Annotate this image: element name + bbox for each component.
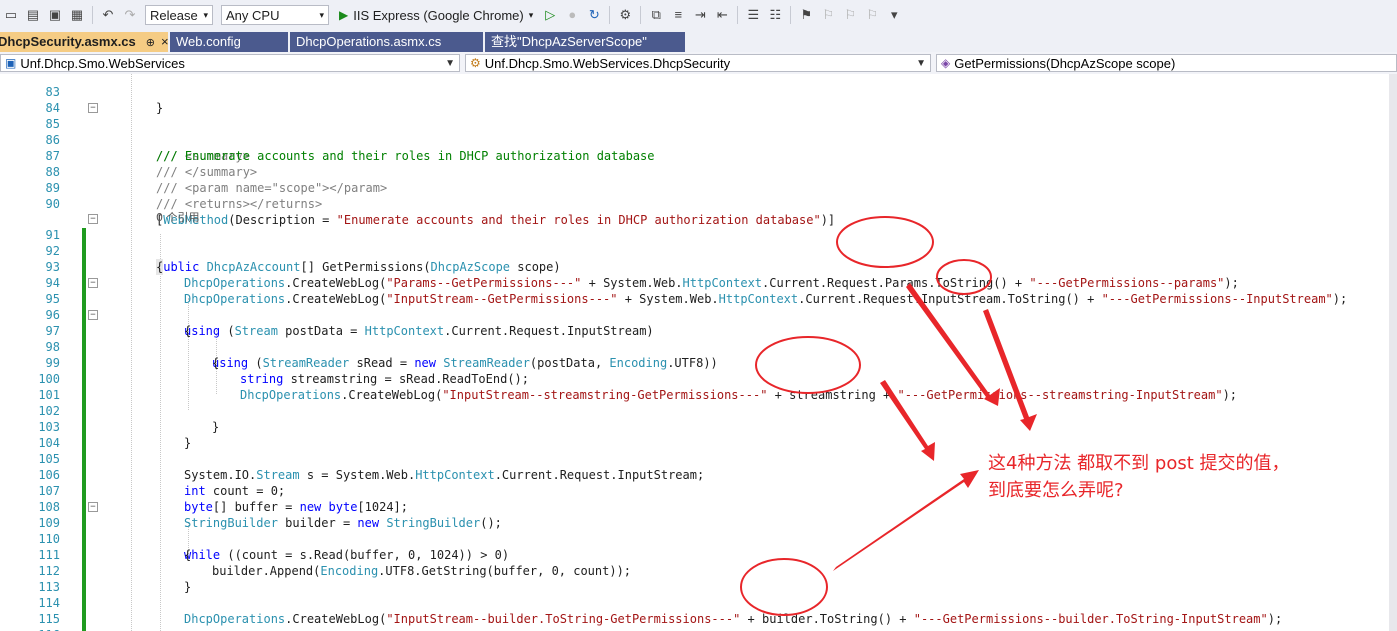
annotation-arrow-4 — [833, 470, 979, 571]
annotation-line-1: 这4种方法 都取不到 post 提交的值， — [988, 453, 1290, 474]
annotation-note: 这4种方法 都取不到 post 提交的值， 到底要怎么弄呢? — [988, 450, 1290, 504]
annotation-circle-streamstring — [755, 336, 861, 394]
annotation-circle-params — [836, 216, 934, 268]
annotation-arrow-1 — [906, 283, 1000, 406]
annotation-circle-builder — [740, 558, 828, 616]
annotation-arrow-3 — [880, 380, 935, 461]
annotation-line-2: 到底要怎么弄呢? — [988, 480, 1124, 501]
annotation-overlay — [740, 216, 1037, 616]
annotation-arrow-2 — [983, 309, 1037, 431]
annotation-circle-inputstream — [936, 259, 992, 295]
